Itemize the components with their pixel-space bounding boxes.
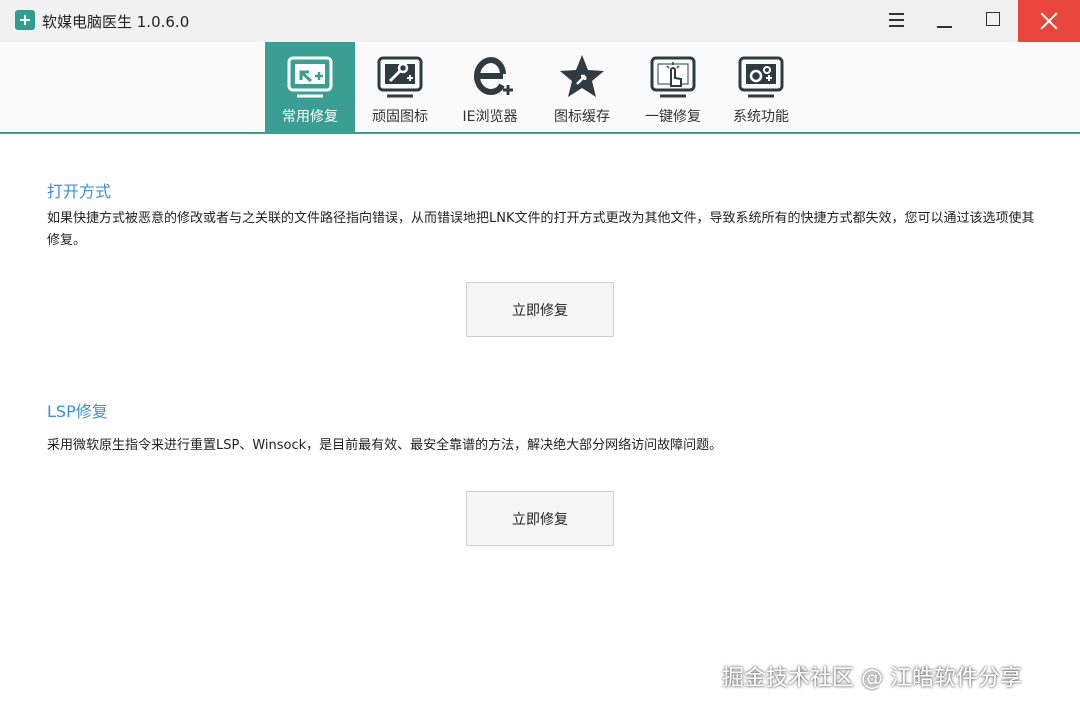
repair-now-button-open-method[interactable]: 立即修复 (466, 282, 614, 337)
tab-icon-cache[interactable]: 图标缓存 (537, 42, 627, 132)
tab-label: 顽固图标 (372, 109, 428, 125)
watermark: 掘金技术社区 @ 江皓软件分享 (722, 666, 1022, 691)
ie-plus-icon (473, 56, 513, 96)
star-cache-icon (560, 55, 604, 97)
section-description-open-method: 如果快捷方式被恶意的修改或者与之关联的文件路径指向错误，从而错误地把LNK文件的… (47, 211, 1035, 248)
window-title: 软媒电脑医生 1.0.6.0 (42, 13, 190, 31)
tab-label: 图标缓存 (554, 109, 610, 125)
maximize-button[interactable] (969, 0, 1015, 42)
minimize-button[interactable] (921, 0, 967, 42)
menu-button[interactable] (873, 0, 919, 42)
close-button[interactable] (1018, 0, 1080, 42)
title-bar: 软媒电脑医生 1.0.6.0 (0, 0, 1080, 42)
tab-one-click-repair[interactable]: 一键修复 (628, 42, 718, 132)
section-title-open-method: 打开方式 (47, 182, 112, 201)
minimize-icon (937, 26, 952, 28)
tab-label: 常用修复 (282, 109, 338, 125)
wrench-icon (377, 56, 423, 98)
tab-ie-browser[interactable]: IE浏览器 (445, 42, 535, 132)
close-icon (1040, 12, 1058, 30)
section-description-lsp: 采用微软原生指令来进行重置LSP、Winsock，是目前最有效、最安全靠谱的方法… (47, 438, 723, 453)
tab-stubborn-icons[interactable]: 顽固图标 (355, 42, 445, 132)
maximize-icon (986, 12, 1000, 26)
hand-click-icon (650, 56, 696, 98)
main-toolbar: 常用修复 顽固图标 IE浏览器 图标缓存 一键修复 系统功能 (0, 42, 1080, 134)
app-logo-icon (15, 10, 35, 30)
tab-common-repair[interactable]: 常用修复 (265, 42, 355, 132)
tab-label: 一键修复 (645, 109, 701, 125)
tab-label: 系统功能 (733, 109, 789, 125)
tab-label: IE浏览器 (462, 109, 518, 125)
section-title-lsp: LSP修复 (47, 402, 108, 421)
shortcut-repair-icon (287, 56, 333, 98)
tab-system-functions[interactable]: 系统功能 (716, 42, 806, 132)
gears-icon (738, 56, 784, 98)
repair-now-button-lsp[interactable]: 立即修复 (466, 491, 614, 546)
hamburger-icon (889, 13, 904, 27)
